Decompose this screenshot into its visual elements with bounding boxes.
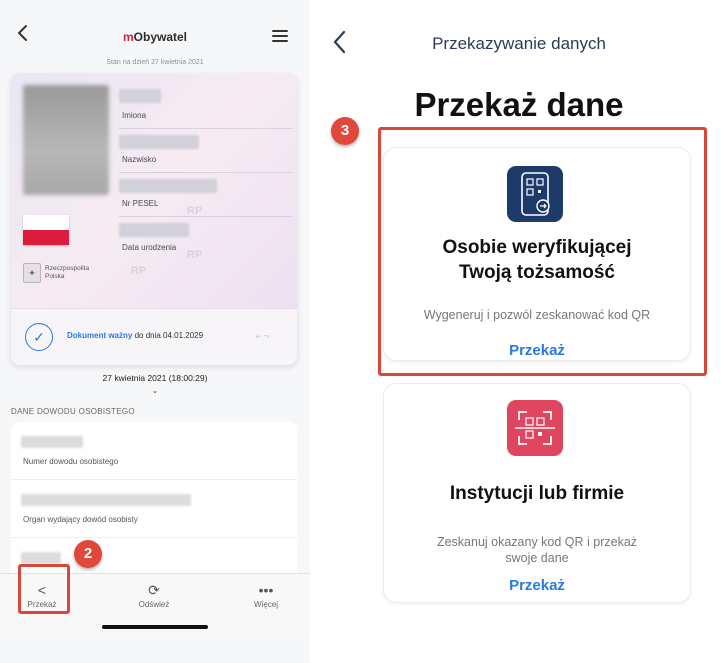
app-title: mObywatel (122, 30, 188, 44)
polish-flag (23, 215, 69, 245)
list-item-label: Organ wydający dowód osobisty (23, 515, 138, 524)
field-label-surname: Nazwisko (122, 155, 157, 164)
value-blurred (21, 552, 61, 564)
more-icon: ••• (258, 582, 274, 598)
divider (119, 216, 293, 217)
value-blurred (21, 494, 191, 506)
home-indicator (102, 625, 208, 629)
chevron-down-icon[interactable]: ⌄ (0, 386, 310, 395)
list-item: Numer dowodu osobistego (11, 422, 297, 480)
option-description: Zeskanuj okazany kod QR i przekaż swoje d… (436, 535, 638, 565)
id-card: RP RP RP RP Imiona Nazwisko Nr PESEL Dat… (11, 73, 297, 365)
value-blurred (21, 436, 83, 448)
tab-more[interactable]: ••• Więcej (246, 582, 286, 609)
photo-blurred (23, 85, 109, 195)
list-item-label: Numer dowodu osobistego (23, 457, 119, 466)
check-icon: ✓ (25, 323, 53, 351)
menu-icon[interactable] (272, 30, 288, 45)
highlight-box (378, 127, 707, 376)
option-title: Instytucji lub firmie (449, 483, 625, 504)
step-badge: 2 (74, 540, 102, 568)
id-card-screen: mObywatel Stan na dzień 27 kwietnia 2021… (0, 0, 310, 663)
screen-title: Przekazywanie danych (432, 34, 606, 53)
tab-more-label: Więcej (253, 600, 278, 609)
eagle-emblem-icon: ✦ (23, 263, 41, 283)
dob-value-blurred (119, 223, 189, 237)
timestamp: 27 kwietnia 2021 (18:00:29) (102, 373, 208, 383)
divider (119, 172, 293, 173)
qr-scan-icon (507, 400, 563, 456)
qr-corner-icon: ⌐ ¬ (255, 331, 269, 341)
share-data-screen: Przekazywanie danych Przekaż dane Osobie… (314, 0, 724, 663)
list-item: Organ wydający dowód osobisty (11, 480, 297, 538)
option-institution[interactable]: Instytucji lub firmie Zeskanuj okazany k… (384, 384, 690, 602)
pesel-value-blurred (119, 179, 217, 193)
section-title: DANE DOWODU OSOBISTEGO (11, 407, 135, 416)
field-label-names: Imiona (122, 111, 147, 120)
as-of-date: Stan na dzień 27 kwietnia 2021 (106, 59, 204, 66)
validity-text: Dokument ważny do dnia 04.01.2029 (67, 331, 204, 340)
tab-refresh[interactable]: ⟳ Odśwież (130, 582, 178, 609)
surname-value-blurred (119, 135, 199, 149)
divider (119, 128, 293, 129)
refresh-icon: ⟳ (148, 582, 160, 598)
step-badge: 3 (331, 117, 359, 145)
watermark: RP (187, 249, 203, 261)
name-value-blurred (119, 89, 161, 103)
field-label-pesel: Nr PESEL (122, 199, 159, 208)
tab-refresh-label: Odśwież (138, 600, 170, 609)
validity-bar: ✓ Dokument ważny do dnia 04.01.2029 ⌐ ¬ (11, 308, 297, 365)
watermark: RP (131, 265, 147, 277)
share-link[interactable]: Przekaż (384, 577, 690, 594)
page-heading: Przekaż dane (414, 86, 624, 123)
field-label-dob: Data urodzenia (122, 243, 177, 252)
highlight-box (18, 564, 70, 614)
country-name: Rzeczpospolita Polska (45, 265, 90, 280)
